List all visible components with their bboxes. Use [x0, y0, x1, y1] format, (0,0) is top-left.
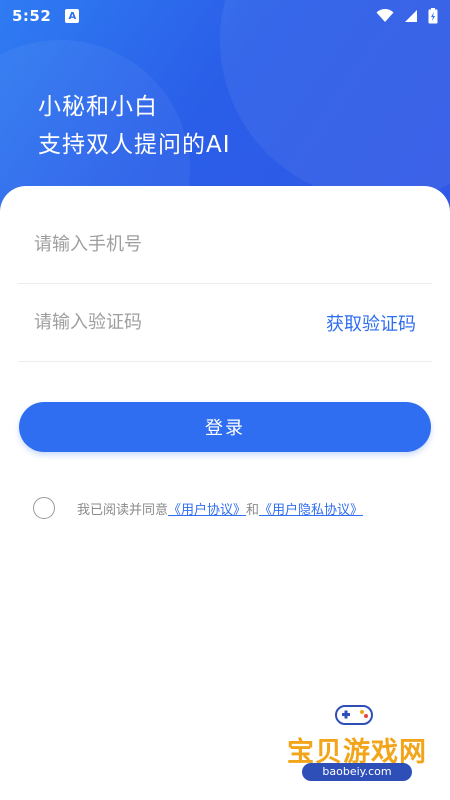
hero-subtitle: 支持双人提问的AI: [38, 132, 231, 158]
get-code-button[interactable]: 获取验证码: [326, 310, 416, 336]
status-bar: 5:52 A: [0, 0, 450, 32]
phone-field: [18, 206, 432, 284]
wifi-icon: [376, 9, 394, 22]
login-button[interactable]: 登录: [19, 402, 431, 452]
privacy-agreement-link[interactable]: 《用户隐私协议》: [259, 503, 363, 518]
status-icons: [376, 8, 438, 24]
signal-icon: [405, 10, 417, 22]
user-agreement-link[interactable]: 《用户协议》: [168, 503, 246, 518]
code-input[interactable]: [34, 302, 326, 343]
watermark-url: baobeiy.com: [302, 763, 412, 781]
status-time: 5:52: [12, 7, 52, 25]
agreement-and: 和: [246, 502, 260, 518]
hero-title: 小秘和小白: [38, 94, 158, 120]
code-field: 获取验证码: [18, 284, 432, 362]
agreement-row: 我已阅读并同意《用户协议》和《用户隐私协议》: [33, 497, 363, 519]
hero-headline: 小秘和小白 支持双人提问的AI: [38, 88, 231, 164]
battery-icon: [428, 8, 438, 24]
agreement-prefix: 我已阅读并同意: [77, 502, 169, 518]
watermark-logo: 宝贝游戏网 baobeiy.com: [272, 700, 442, 790]
agreement-text: 我已阅读并同意《用户协议》和《用户隐私协议》: [77, 499, 363, 518]
notification-a-icon: A: [65, 9, 80, 23]
gamepad-icon: [335, 705, 373, 725]
agreement-checkbox[interactable]: [33, 497, 55, 519]
phone-input[interactable]: [34, 224, 416, 265]
